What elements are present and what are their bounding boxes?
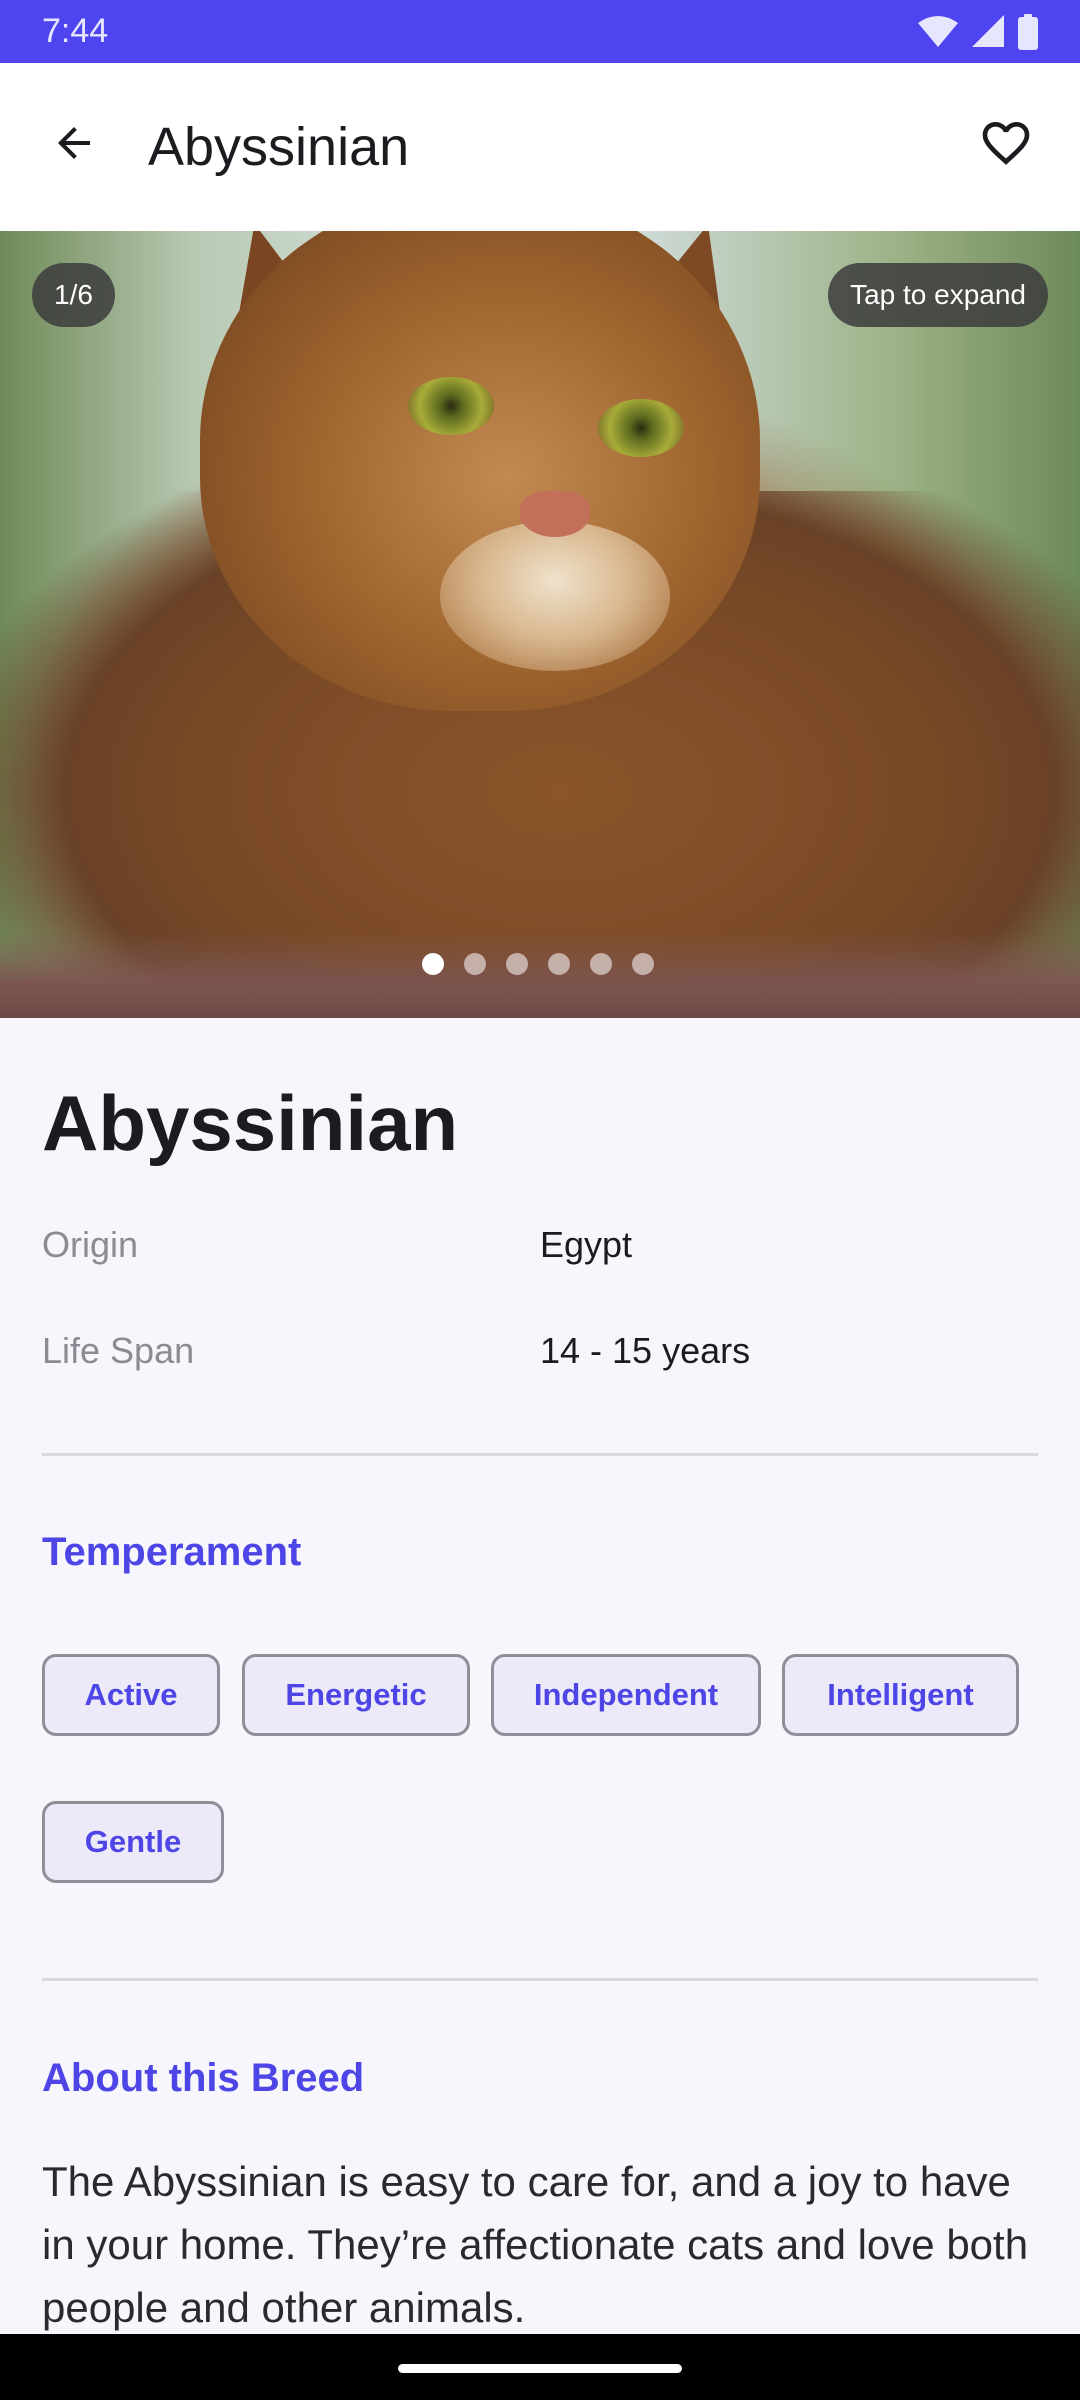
origin-label: Origin — [42, 1224, 139, 1265]
status-bar: 7:44 — [0, 0, 1080, 63]
temperament-chip-energetic[interactable]: Energetic — [242, 1654, 470, 1736]
cat-photo-eye-left — [408, 377, 494, 435]
tap-to-expand-badge[interactable]: Tap to expand — [828, 263, 1048, 327]
image-counter-badge: 1/6 — [32, 263, 115, 327]
home-gesture-handle[interactable] — [398, 2364, 682, 2373]
carousel-dot[interactable] — [548, 953, 570, 975]
carousel-dot[interactable] — [464, 953, 486, 975]
carousel-dot-active[interactable] — [422, 953, 444, 975]
about-text: The Abyssinian is easy to care for, and … — [42, 2158, 1029, 2331]
life-span-label: Life Span — [42, 1330, 195, 1371]
cat-photo-nose — [520, 491, 590, 537]
heart-outline-icon — [982, 122, 1030, 165]
breed-image-carousel[interactable] — [0, 231, 1080, 1018]
wifi-icon — [918, 15, 958, 47]
carousel-indicator — [422, 953, 654, 975]
breed-name: Abyssinian — [42, 1079, 459, 1167]
status-time: 7:44 — [42, 12, 109, 50]
temperament-title: Temperament — [42, 1530, 302, 1574]
carousel-dot[interactable] — [590, 953, 612, 975]
life-span-value: 14 - 15 years — [540, 1330, 751, 1371]
favorite-button[interactable] — [968, 105, 1044, 181]
arrow-back-icon — [58, 127, 90, 159]
back-button[interactable] — [36, 105, 112, 181]
top-app-bar: Abyssinian — [0, 63, 1080, 231]
temperament-chip-active[interactable]: Active — [42, 1654, 220, 1736]
page-title: Abyssinian — [148, 117, 410, 177]
about-title: About this Breed — [42, 2056, 365, 2100]
temperament-chip-intelligent[interactable]: Intelligent — [782, 1654, 1019, 1736]
origin-value: Egypt — [540, 1224, 633, 1265]
cat-photo-eye-right — [598, 399, 684, 457]
divider — [42, 1978, 1038, 1981]
carousel-dot[interactable] — [506, 953, 528, 975]
status-icons — [918, 13, 1038, 50]
temperament-chip-gentle[interactable]: Gentle — [42, 1801, 224, 1883]
carousel-dot[interactable] — [632, 953, 654, 975]
cat-photo-muzzle — [440, 521, 670, 671]
system-navigation-bar — [0, 2334, 1080, 2400]
divider — [42, 1453, 1038, 1456]
battery-icon — [1018, 13, 1038, 50]
signal-icon — [972, 14, 1004, 47]
temperament-chip-independent[interactable]: Independent — [491, 1654, 761, 1736]
